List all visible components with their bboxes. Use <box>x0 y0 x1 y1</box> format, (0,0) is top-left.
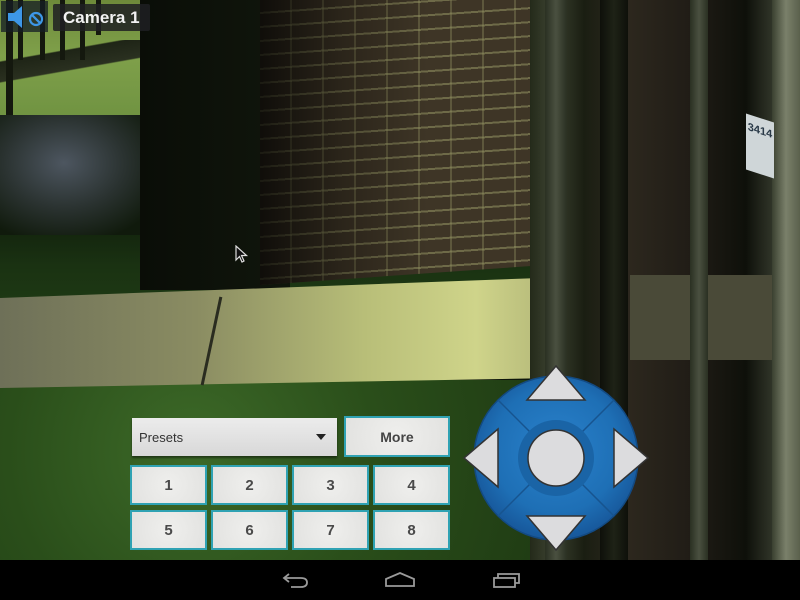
system-navigation-bar <box>0 560 800 600</box>
ptz-center-button[interactable] <box>528 430 584 486</box>
scene-brick-wall <box>260 0 540 285</box>
scene-door-frame <box>690 0 708 560</box>
recent-apps-icon <box>493 573 520 588</box>
presets-dropdown[interactable]: Presets <box>132 418 337 456</box>
presets-dropdown-label: Presets <box>139 429 184 445</box>
preset-2-button[interactable]: 2 <box>211 465 288 505</box>
preset-6-button[interactable]: 6 <box>211 510 288 550</box>
recent-apps-button[interactable] <box>482 566 530 594</box>
preset-7-button[interactable]: 7 <box>292 510 369 550</box>
preset-1-button[interactable]: 1 <box>130 465 207 505</box>
building-number-sign: 3414 <box>746 113 774 179</box>
more-button[interactable]: More <box>344 416 450 457</box>
ptz-joystick[interactable] <box>462 364 650 552</box>
dropdown-arrow-icon <box>316 434 326 440</box>
mouse-pointer-icon <box>235 245 249 263</box>
preset-5-button[interactable]: 5 <box>130 510 207 550</box>
preset-3-button[interactable]: 3 <box>292 465 369 505</box>
pan-left-button[interactable] <box>462 424 502 492</box>
pan-right-button[interactable] <box>610 424 650 492</box>
pan-up-button[interactable] <box>522 364 590 404</box>
camera-name-label: Camera 1 <box>53 4 150 31</box>
preset-4-button[interactable]: 4 <box>373 465 450 505</box>
audio-mute-toggle[interactable] <box>1 1 48 32</box>
back-button[interactable] <box>272 566 320 594</box>
scene-door-frame <box>772 0 800 560</box>
pan-down-button[interactable] <box>522 512 590 552</box>
scene-bush <box>0 115 160 235</box>
speaker-muted-icon <box>7 5 43 28</box>
home-button[interactable] <box>376 566 424 594</box>
home-icon <box>385 572 415 587</box>
back-arrow-icon <box>282 573 308 588</box>
preset-8-button[interactable]: 8 <box>373 510 450 550</box>
